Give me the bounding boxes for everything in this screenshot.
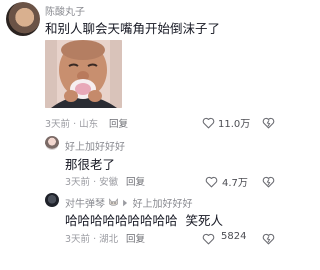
like-count: 4.7万	[222, 178, 248, 189]
comment-meta: 3天前 · 安徽	[65, 174, 118, 188]
heart-icon[interactable]	[202, 230, 215, 249]
comment-text: 那很老了	[65, 157, 116, 172]
comment-location: 湖北	[99, 234, 119, 245]
reply-header: 对牛弹琴 好上加好好好	[65, 195, 193, 210]
avatar[interactable]	[6, 2, 40, 36]
comment-time: 3天前	[65, 234, 91, 245]
reply-button[interactable]: 回复	[126, 174, 145, 188]
separator: ·	[93, 177, 97, 188]
reply-to-username[interactable]: 好上加好好好	[133, 199, 193, 210]
dislike-icon[interactable]	[262, 173, 275, 192]
comment-meta: 3天前 · 湖北	[65, 231, 118, 245]
comment-time: 3天前	[65, 177, 91, 188]
username[interactable]: 对牛弹琴	[65, 199, 105, 210]
username[interactable]: 好上加好好好	[65, 138, 125, 153]
like-count: 11.0万	[218, 119, 251, 130]
avatar[interactable]	[45, 193, 59, 207]
comment-location: 山东	[79, 119, 99, 130]
comment-time: 3天前	[45, 119, 71, 130]
dislike-icon[interactable]	[262, 230, 275, 249]
comment-location: 安徽	[99, 177, 119, 188]
reply-button[interactable]: 回复	[126, 231, 145, 245]
comment-text: 和别人聊会天嘴角开始倒沫子了	[45, 21, 221, 36]
cat-emoji-icon	[108, 198, 119, 210]
dislike-icon[interactable]	[262, 114, 275, 133]
heart-icon[interactable]	[205, 173, 218, 192]
like-count: 5824	[221, 231, 247, 242]
username[interactable]: 陈酸丸子	[45, 3, 85, 18]
comment-text: 哈哈哈哈哈哈哈哈哈 笑死人	[65, 213, 223, 228]
comment-image[interactable]	[45, 40, 122, 108]
reply-arrow-icon	[122, 199, 129, 210]
avatar[interactable]	[45, 136, 59, 150]
separator: ·	[73, 119, 77, 130]
comment-meta: 3天前 · 山东	[45, 116, 98, 130]
heart-icon[interactable]	[202, 114, 215, 133]
reply-button[interactable]: 回复	[109, 116, 128, 130]
meme-face-image	[45, 40, 122, 108]
separator: ·	[93, 234, 97, 245]
